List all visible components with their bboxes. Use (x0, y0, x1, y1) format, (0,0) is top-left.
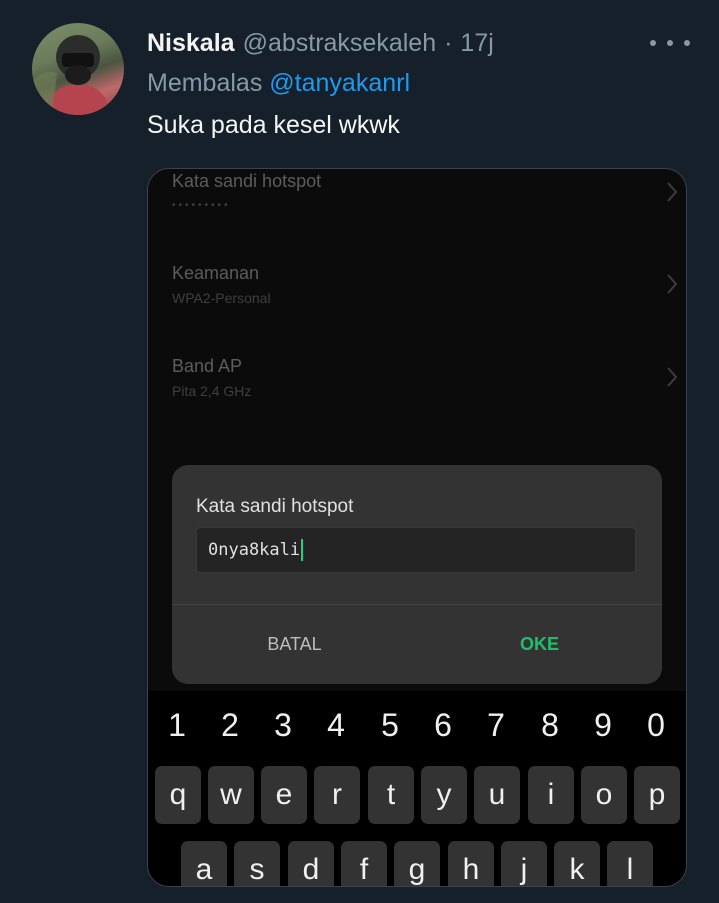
more-horizontal-icon (684, 40, 690, 46)
key-t: t (368, 766, 414, 824)
tweet-time[interactable]: 17j (460, 29, 493, 58)
cancel-button: BATAL (267, 634, 322, 654)
key-2: 2 (221, 706, 239, 743)
onscreen-keyboard: 1 2 3 4 5 6 7 8 9 0 q w e r t y u i o p … (148, 691, 686, 886)
tweet-header: Niskala @abstraksekaleh · 17j (147, 28, 494, 58)
text-caret (301, 539, 304, 561)
setting-subtitle: Pita 2,4 GHz (172, 383, 252, 399)
key-h: h (448, 841, 494, 886)
avatar-photo (32, 35, 112, 115)
setting-subtitle: ••••••••• (172, 200, 231, 211)
tweet-media-image[interactable]: Kata sandi hotspot ••••••••• Keamanan WP… (147, 168, 687, 887)
setting-row-band: Band AP Pita 2,4 GHz (172, 356, 678, 399)
key-r: r (314, 766, 360, 824)
key-g: g (394, 841, 440, 886)
key-s: s (234, 841, 280, 886)
key-w: w (208, 766, 254, 824)
keyboard-number-row: 1 2 3 4 5 6 7 8 9 0 (148, 705, 686, 745)
chevron-right-icon (667, 274, 678, 294)
reply-context: Membalas @tanyakanrl (147, 69, 410, 98)
key-7: 7 (487, 706, 505, 743)
key-i: i (528, 766, 574, 824)
display-name[interactable]: Niskala (147, 29, 235, 58)
setting-row-hotspot-password: Kata sandi hotspot ••••••••• (172, 171, 678, 211)
separator-dot: · (444, 28, 453, 57)
key-p: p (634, 766, 680, 824)
key-j: j (501, 841, 547, 886)
setting-row-security: Keamanan WPA2-Personal (172, 263, 678, 306)
dialog-title: Kata sandi hotspot (196, 496, 354, 517)
key-k: k (554, 841, 600, 886)
key-9: 9 (594, 706, 612, 743)
key-5: 5 (381, 706, 399, 743)
password-dialog: Kata sandi hotspot 0nya8kali BATAL OKE (172, 465, 662, 684)
password-field: 0nya8kali (196, 527, 636, 573)
reply-prefix: Membalas (147, 69, 263, 97)
key-u: u (474, 766, 520, 824)
more-options-button[interactable] (650, 30, 690, 56)
key-3: 3 (274, 706, 292, 743)
tweet-text: Suka pada kesel wkwk (147, 111, 400, 139)
key-e: e (261, 766, 307, 824)
key-0: 0 (647, 706, 665, 743)
key-y: y (421, 766, 467, 824)
password-value: 0nya8kali (208, 540, 301, 560)
more-horizontal-icon (667, 40, 673, 46)
key-1: 1 (168, 706, 186, 743)
ok-button: OKE (519, 634, 559, 654)
chevron-right-icon (667, 182, 678, 202)
key-d: d (288, 841, 334, 886)
reply-mention-link[interactable]: @tanyakanrl (269, 69, 410, 97)
setting-title: Kata sandi hotspot (172, 171, 322, 191)
chevron-right-icon (667, 367, 678, 387)
key-8: 8 (541, 706, 559, 743)
setting-title: Keamanan (172, 263, 260, 283)
key-l: l (607, 841, 653, 886)
key-4: 4 (327, 706, 345, 743)
setting-subtitle: WPA2-Personal (172, 290, 271, 306)
key-q: q (155, 766, 201, 824)
key-6: 6 (434, 706, 452, 743)
key-a: a (181, 841, 227, 886)
key-f: f (341, 841, 387, 886)
user-handle[interactable]: @abstraksekaleh (243, 29, 437, 58)
setting-title: Band AP (172, 356, 243, 376)
key-o: o (581, 766, 627, 824)
avatar[interactable] (32, 23, 124, 115)
more-horizontal-icon (650, 40, 656, 46)
